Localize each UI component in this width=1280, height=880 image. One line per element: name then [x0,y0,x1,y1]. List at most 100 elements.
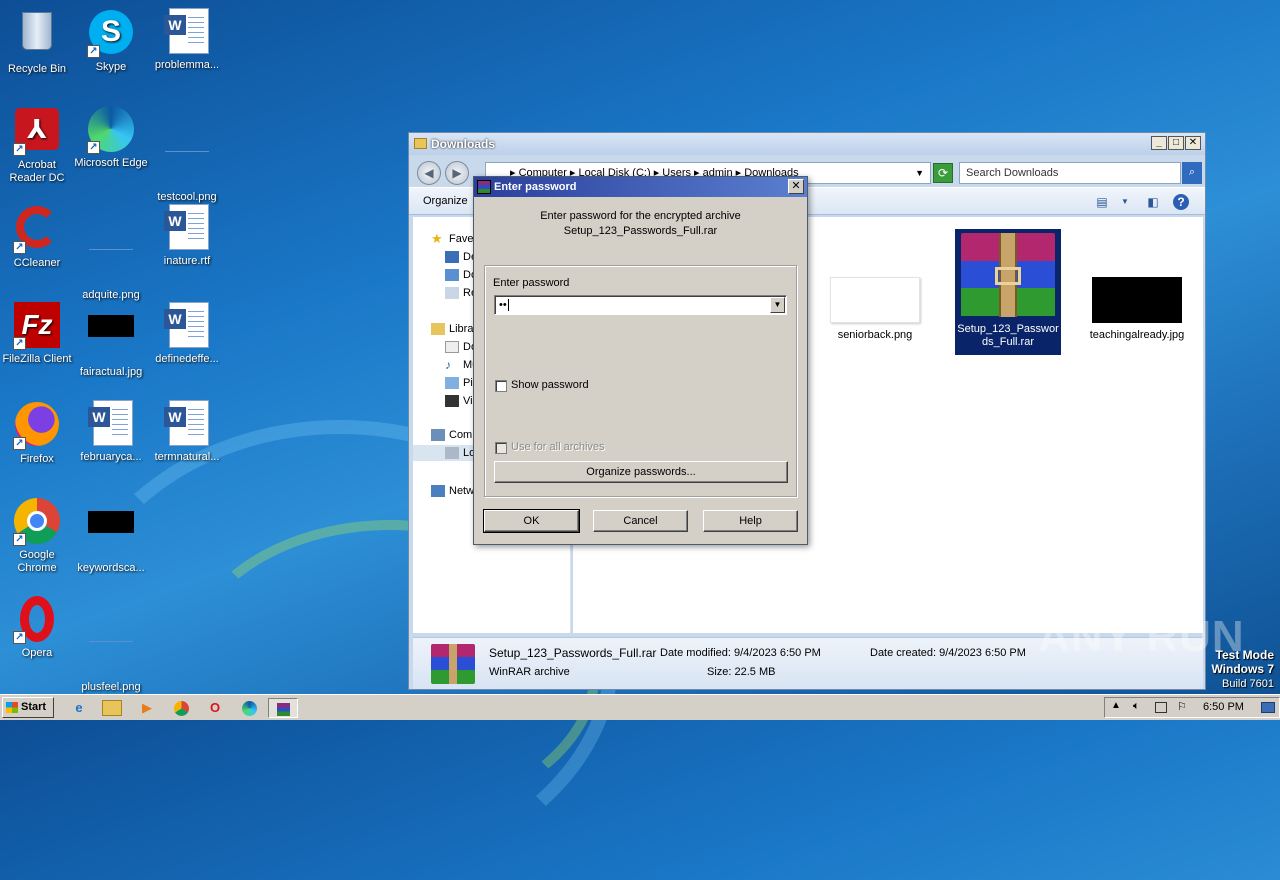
network-status-icon[interactable] [1155,702,1167,713]
search-icon[interactable]: ⌕ [1182,162,1202,184]
start-button[interactable]: Start [2,697,54,718]
file-item-selected[interactable]: Setup_123_Passwords_Full.rar [955,229,1061,355]
flag-icon[interactable]: ⚐ [1177,700,1187,713]
desktop-icon-acrobat[interactable]: ⅄ ↗ Acrobat Reader DC [0,106,74,185]
archive-name: Setup_123_Passwords_Full.rar [563,225,718,237]
desktop-icon-opera[interactable]: ↗ Opera [0,596,74,660]
desktop-icon-inature[interactable]: inature.rtf [150,204,224,268]
test-mode-line2: Windows 7 [1211,662,1274,676]
documents-icon [445,341,459,354]
show-password-label[interactable]: Show password [511,379,589,391]
image-thumbnail [1092,277,1182,323]
opera-icon[interactable]: O [204,698,226,718]
help-icon[interactable]: ? [1173,194,1189,210]
skype-icon: S ↗ [87,10,135,58]
desktop-icon-label: plusfeel.png [81,681,141,693]
desktop-icon-ccleaner[interactable]: ↗ CCleaner [0,204,74,270]
search-input[interactable]: Search Downloads [959,162,1181,184]
view-icon[interactable]: ▤ [1094,194,1110,210]
nav-network[interactable]: Netw [431,483,474,499]
downloads-icon [445,269,459,282]
show-desktop-icon[interactable] [1261,702,1275,713]
taskbar: Start e ▶ O ▲ 🔈︎ ⚐ 6:50 PM [0,694,1280,720]
desktop-icon-label: Google Chrome [17,549,57,574]
music-icon: ♪ [445,358,451,373]
desktop-icon-adquite[interactable]: adquite.png [74,204,148,302]
word-document-icon [163,8,211,56]
desktop-icon-edge[interactable]: ↗ Microsoft Edge [74,106,148,170]
nav-computer[interactable]: Com [431,427,472,443]
forward-button[interactable]: ▶ [445,161,469,185]
desktop-icon-skype[interactable]: S ↗ Skype [74,8,148,74]
desktop-icon-plusfeel[interactable]: plusfeel.png [74,596,148,694]
details-modified: Date modified: 9/4/2023 6:50 PM [660,647,821,659]
desktop-icon-februaryca[interactable]: februaryca... [74,400,148,464]
desktop-icon-chrome[interactable]: ↗ Google Chrome [0,498,74,575]
desktop-icon-label: Acrobat Reader DC [9,159,65,184]
close-button[interactable]: ✕ [1185,136,1201,150]
file-item[interactable]: seniorback.png [823,277,927,342]
ok-button[interactable]: OK [483,509,580,533]
speaker-icon[interactable]: 🔈︎ [1133,700,1140,713]
network-icon [431,485,445,498]
refresh-icon[interactable]: ⟳ [933,163,953,183]
close-button[interactable]: ✕ [788,179,804,194]
desktop-icon-fairactual[interactable]: fairactual.jpg [74,302,148,379]
use-for-all-archives-checkbox[interactable] [495,442,507,454]
desktop-icon-firefox[interactable]: ↗ Firefox [0,400,74,466]
desktop-icon-label: inature.rtf [163,255,211,267]
desktop-icon-problemma[interactable]: problemma... [150,8,224,72]
minimize-button[interactable]: _ [1151,136,1167,150]
dialog-titlebar[interactable]: Enter password ✕ [474,177,807,197]
file-item[interactable]: teachingalready.jpg [1085,277,1189,342]
desktop-icon-label: problemma... [154,59,220,71]
chrome-icon: ↗ [13,498,61,546]
folder-icon [414,138,427,149]
word-document-icon [87,400,135,448]
videos-icon [445,395,459,408]
desktop-icon-label: definedeffe... [155,353,219,365]
desktop-icon-termnatural[interactable]: termnatural... [150,400,224,464]
explorer-titlebar[interactable]: Downloads _ □ ✕ [409,133,1205,155]
nav-favorites[interactable]: ★ Fave [431,231,473,247]
edge-icon: ↗ [87,106,135,154]
organize-menu[interactable]: Organize [423,195,468,207]
show-password-checkbox[interactable] [495,380,507,392]
password-input[interactable]: •• ▼ [494,295,787,315]
word-document-icon [163,302,211,350]
help-button[interactable]: Help [703,510,798,532]
file-explorer-icon[interactable] [102,700,122,716]
nav-libraries[interactable]: Libra [431,321,473,337]
chevron-up-icon[interactable]: ▲ [1111,700,1121,711]
winrar-taskbar-button[interactable] [268,698,298,718]
desktop-icon-recycle-bin[interactable]: Recycle Bin [0,8,74,76]
chrome-icon[interactable] [170,698,192,718]
media-player-icon[interactable]: ▶ [136,698,158,718]
winrar-icon [477,180,491,194]
desktop-icon-keywordsca[interactable]: keywordsca... [74,498,148,575]
desktop-icon-filezilla[interactable]: Fz ↗ FileZilla Client [0,302,74,366]
nav-videos[interactable]: Vi [445,393,473,409]
desktop-icon-testcool[interactable]: testcool.png [150,106,224,204]
desktop-icon-label: fairactual.jpg [79,366,143,378]
back-button[interactable]: ◀ [417,161,441,185]
details-type: WinRAR archive [489,666,570,678]
anyrun-watermark: ANY RUN [1038,612,1245,661]
password-value: •• [499,299,507,311]
chevron-down-icon[interactable]: ▼ [1117,194,1133,210]
recent-places-icon [445,287,459,300]
maximize-button[interactable]: □ [1168,136,1184,150]
edge-icon[interactable] [238,698,260,718]
text-cursor [507,299,509,312]
password-dialog[interactable]: Enter password ✕ Enter password for the … [473,176,808,545]
desktop-icon-definedeffe[interactable]: definedeffe... [150,302,224,366]
desktop-icon-label: adquite.png [82,289,140,301]
cancel-button[interactable]: Cancel [593,510,688,532]
preview-pane-icon[interactable]: ◧ [1145,194,1161,210]
chevron-down-icon[interactable]: ▼ [770,297,785,313]
internet-explorer-icon[interactable]: e [68,698,90,718]
chevron-down-icon[interactable]: ▼ [915,163,924,183]
clock[interactable]: 6:50 PM [1203,701,1244,713]
organize-passwords-button[interactable]: Organize passwords... [494,461,788,483]
star-icon: ★ [431,231,443,247]
